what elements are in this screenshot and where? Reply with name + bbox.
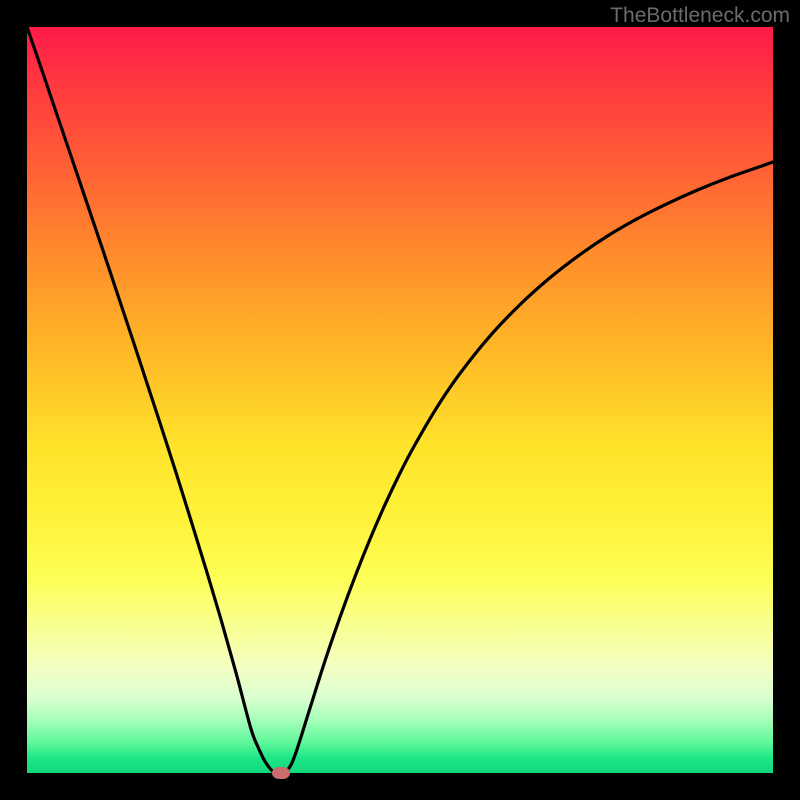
plot-area: [27, 27, 773, 773]
chart-frame: TheBottleneck.com: [0, 0, 800, 800]
optimum-marker: [272, 767, 290, 779]
watermark-text: TheBottleneck.com: [610, 4, 790, 28]
bottleneck-curve: [27, 27, 773, 773]
